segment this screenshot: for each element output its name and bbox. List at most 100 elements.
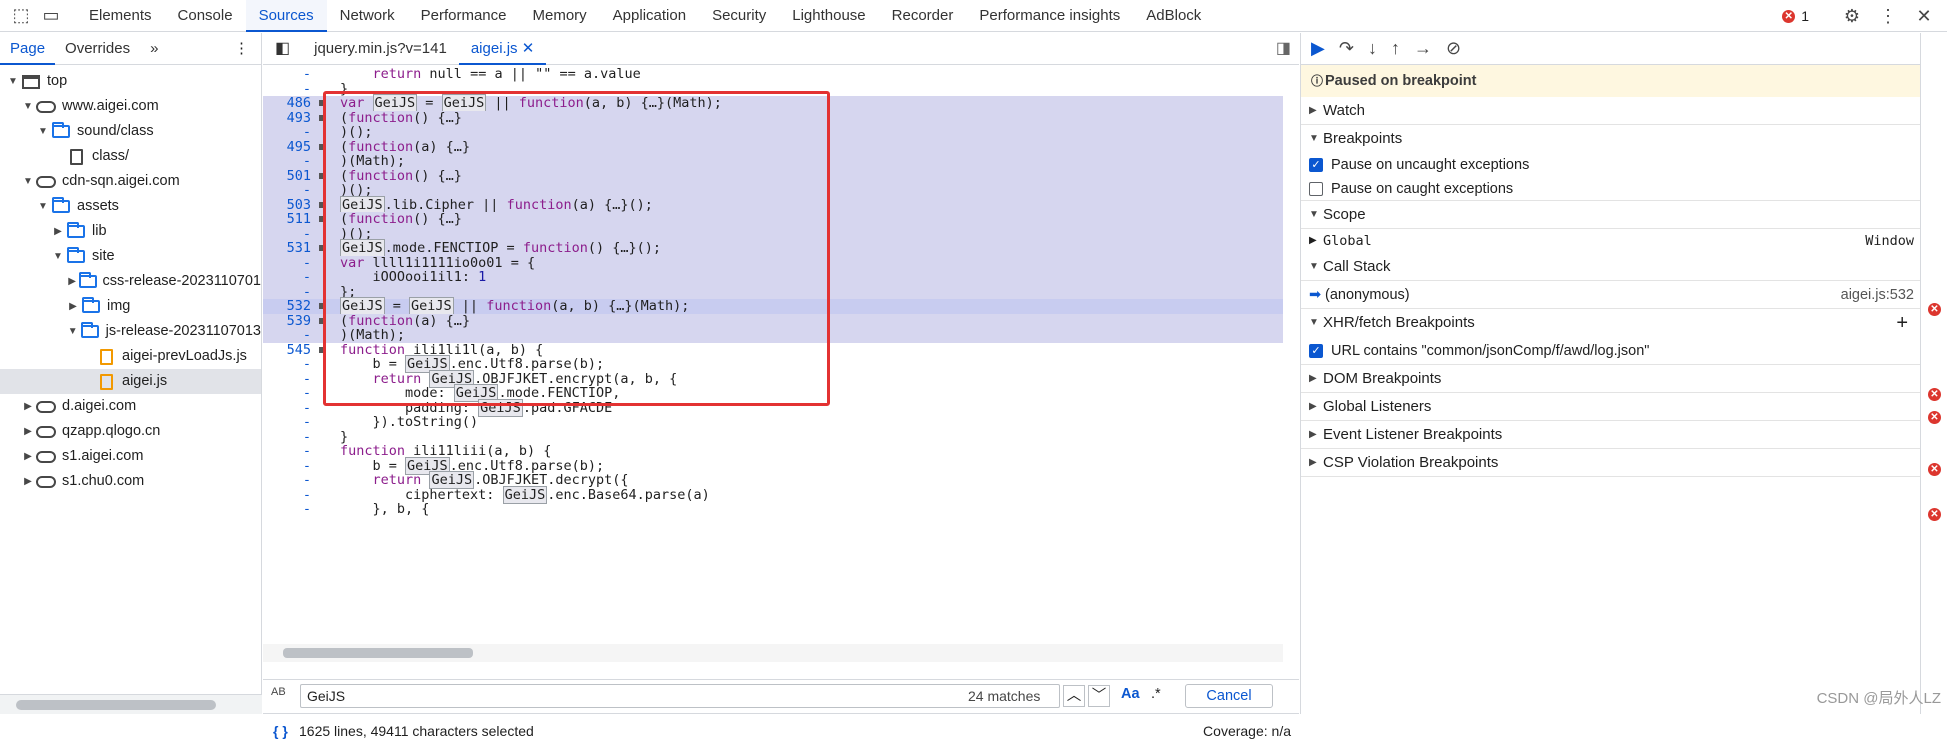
tab-lighthouse[interactable]: Lighthouse (779, 0, 878, 32)
section-call-stack[interactable]: ▼Call Stack (1301, 253, 1920, 281)
code-line[interactable]: - return GeiJS.OBJFJKET.decrypt({ (263, 473, 1283, 488)
expand-right-icon[interactable]: ▶ (51, 219, 65, 244)
line-number[interactable]: - (263, 125, 311, 140)
line-number[interactable]: - (263, 82, 311, 97)
settings-gear-icon[interactable]: ⚙ (1837, 1, 1867, 31)
device-toolbar-icon[interactable]: ▭ (36, 1, 66, 31)
search-input[interactable]: GeiJS (300, 684, 1060, 708)
cancel-button[interactable]: Cancel (1185, 684, 1273, 708)
tab-adblock[interactable]: AdBlock (1133, 0, 1214, 32)
resume-icon[interactable]: ▶ (1311, 38, 1325, 59)
line-number[interactable]: - (263, 473, 311, 488)
close-tab-icon[interactable]: ✕ (522, 40, 535, 57)
section-watch[interactable]: ▶Watch (1301, 97, 1920, 125)
section-xhr-breakpoints[interactable]: ▼XHR/fetch Breakpoints+ (1301, 309, 1920, 337)
step-over-icon[interactable]: ↷ (1339, 38, 1354, 59)
step-icon[interactable]: → (1414, 38, 1432, 59)
inspect-element-icon[interactable]: ⬚ (6, 1, 36, 31)
line-number[interactable]: 495 (263, 140, 311, 155)
pause-caught-checkbox[interactable] (1309, 182, 1323, 196)
expand-down-icon[interactable]: ▼ (66, 319, 79, 344)
line-number[interactable]: 493 (263, 111, 311, 126)
line-number[interactable]: 503 (263, 198, 311, 213)
expand-down-icon[interactable]: ▼ (6, 69, 20, 94)
line-number[interactable]: - (263, 227, 311, 242)
error-icon[interactable]: ✕ (1782, 10, 1795, 23)
expand-down-icon[interactable]: ▼ (51, 244, 65, 269)
tree-node[interactable]: aigei-prevLoadJs.js (0, 344, 261, 369)
tab-application[interactable]: Application (600, 0, 699, 32)
tab-overrides[interactable]: Overrides (55, 33, 140, 65)
next-match-icon[interactable]: ﹀ (1088, 685, 1110, 707)
tab-page[interactable]: Page (0, 33, 55, 65)
deactivate-breakpoints-icon[interactable]: ⊘ (1446, 38, 1461, 59)
line-number[interactable]: - (263, 444, 311, 459)
expand-down-icon[interactable]: ▼ (21, 94, 35, 119)
line-number[interactable]: - (263, 430, 311, 445)
code-line[interactable]: - b = GeiJS.enc.Utf8.parse(b); (263, 459, 1283, 474)
step-out-icon[interactable]: ↑ (1391, 38, 1400, 59)
tree-node[interactable]: ▼www.aigei.com (0, 94, 261, 119)
tree-node[interactable]: ▶qzapp.qlogo.cn (0, 419, 261, 444)
tree-node[interactable]: ▶d.aigei.com (0, 394, 261, 419)
section-dom-breakpoints[interactable]: ▶DOM Breakpoints (1301, 365, 1920, 393)
line-number[interactable]: - (263, 386, 311, 401)
line-number[interactable]: 486 (263, 96, 311, 111)
pretty-print-icon[interactable]: { } (273, 714, 288, 748)
tab-performance[interactable]: Performance (408, 0, 520, 32)
tab-memory[interactable]: Memory (520, 0, 600, 32)
expand-right-icon[interactable]: ▶ (21, 394, 35, 419)
line-number[interactable]: - (263, 502, 311, 517)
tab-network[interactable]: Network (327, 0, 408, 32)
line-number[interactable]: - (263, 488, 311, 503)
expand-right-icon[interactable]: ▶ (66, 269, 78, 294)
regex-button[interactable]: .* (1151, 686, 1161, 702)
previous-match-icon[interactable]: ︿ (1063, 685, 1085, 707)
close-icon[interactable]: ✕ (1909, 1, 1939, 31)
more-tabs-icon[interactable]: » (140, 33, 168, 65)
code-line[interactable]: - ciphertext: GeiJS.enc.Base64.parse(a) (263, 488, 1283, 503)
tab-recorder[interactable]: Recorder (879, 0, 967, 32)
tree-node[interactable]: ▶lib (0, 219, 261, 244)
expand-right-icon[interactable]: ▶ (21, 469, 35, 494)
match-case-button[interactable]: Aa (1121, 686, 1140, 702)
expand-right-icon[interactable]: ▶ (21, 444, 35, 469)
frame-location[interactable]: aigei.js:532 (1841, 283, 1914, 307)
section-global-listeners[interactable]: ▶Global Listeners (1301, 393, 1920, 421)
toggle-debugger-icon[interactable]: ◨ (1276, 33, 1291, 65)
section-breakpoints[interactable]: ▼Breakpoints (1301, 125, 1920, 153)
error-count[interactable]: 1 (1801, 8, 1809, 24)
expand-down-icon[interactable]: ▼ (21, 169, 35, 194)
line-number[interactable]: - (263, 459, 311, 474)
tab-aigei-js[interactable]: aigei.js ✕ (459, 33, 546, 65)
line-number[interactable]: 531 (263, 241, 311, 256)
tab-performance-insights[interactable]: Performance insights (966, 0, 1133, 32)
tree-node[interactable]: class/ (0, 144, 261, 169)
code-line[interactable]: - return null == a || "" == a.value (263, 67, 1283, 82)
navigator-scrollbar[interactable] (0, 694, 262, 714)
editor-horizontal-scrollbar[interactable] (263, 644, 1283, 662)
line-number[interactable]: 511 (263, 212, 311, 227)
pause-uncaught-row[interactable]: ✓Pause on uncaught exceptions (1301, 153, 1920, 177)
tab-jquery[interactable]: jquery.min.js?v=141 (302, 33, 459, 65)
more-options-icon[interactable]: ⋮ (1873, 1, 1903, 31)
tree-node[interactable]: ▶css-release-2023110701 (0, 269, 261, 294)
navigator-menu-icon[interactable]: ⋮ (234, 33, 249, 65)
tree-node[interactable]: ▼cdn-sqn.aigei.com (0, 169, 261, 194)
tab-sources[interactable]: Sources (246, 0, 327, 32)
code-line[interactable]: - }, b, { (263, 502, 1283, 517)
tree-node[interactable]: ▶img (0, 294, 261, 319)
toggle-navigator-icon[interactable]: ◧ (263, 33, 302, 65)
tab-console[interactable]: Console (165, 0, 246, 32)
tree-node[interactable]: ▶s1.aigei.com (0, 444, 261, 469)
line-number[interactable]: - (263, 372, 311, 387)
line-number[interactable]: 539 (263, 314, 311, 329)
code-line[interactable]: -} (263, 430, 1283, 445)
xhr-item-row[interactable]: ✓URL contains "common/jsonComp/f/awd/log… (1301, 337, 1920, 365)
line-number[interactable]: - (263, 285, 311, 300)
tab-elements[interactable]: Elements (76, 0, 165, 32)
line-number[interactable]: 532 (263, 299, 311, 314)
code-line[interactable]: - }).toString() (263, 415, 1283, 430)
tab-security[interactable]: Security (699, 0, 779, 32)
tree-node[interactable]: aigei.js (0, 369, 261, 394)
